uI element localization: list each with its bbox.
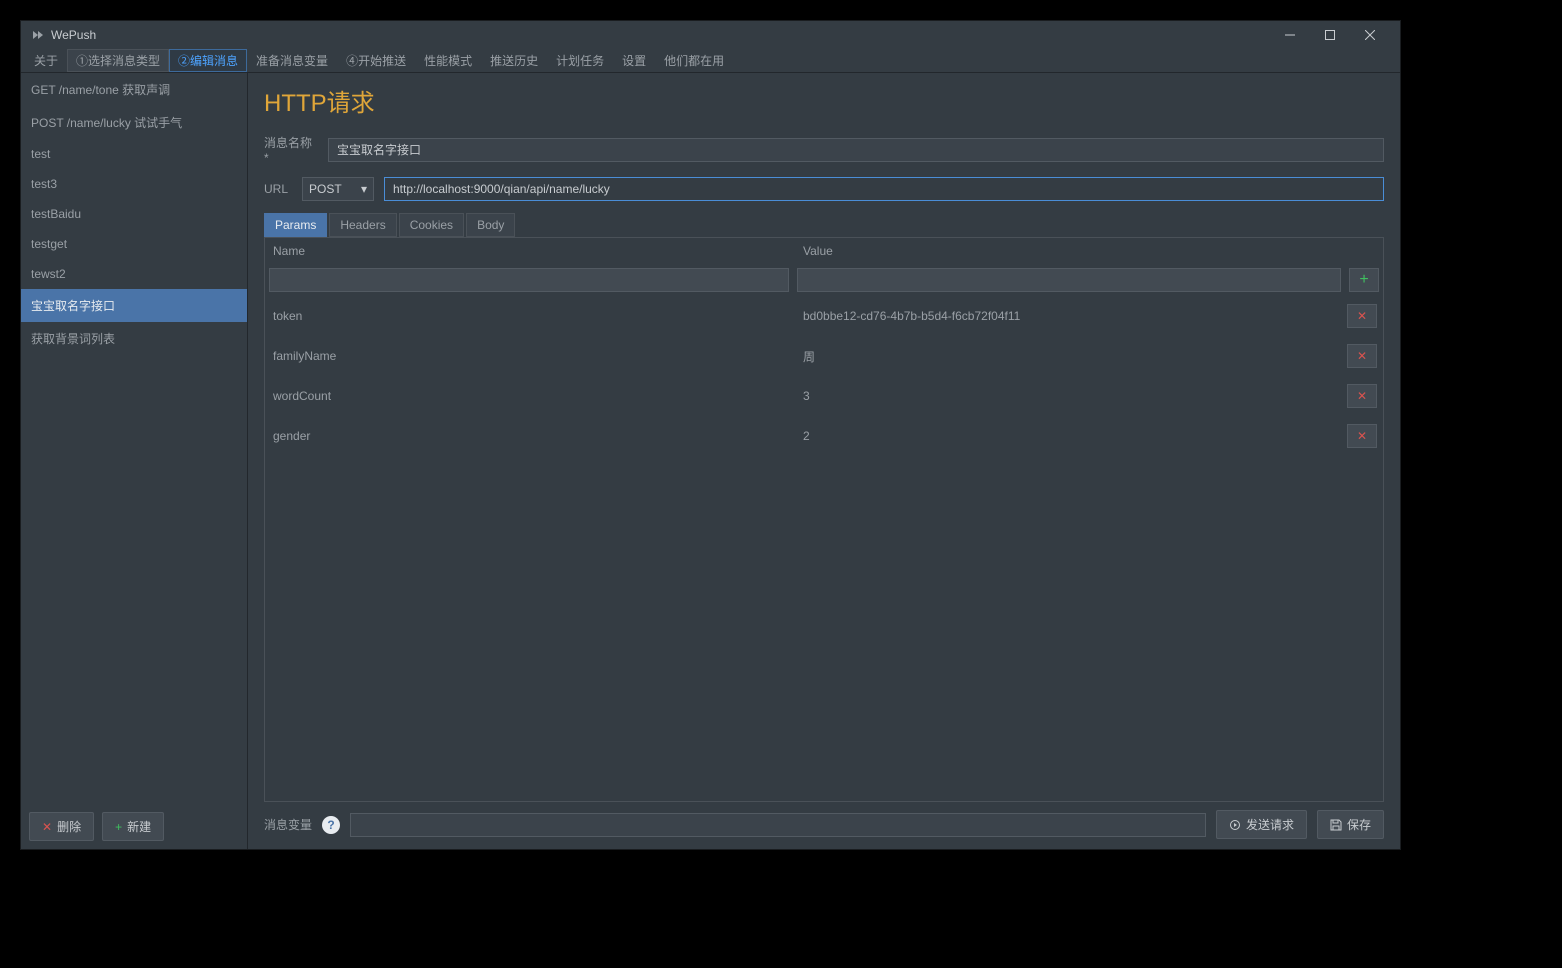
param-row: familyName周 ✕ xyxy=(265,336,1383,376)
param-name: wordCount xyxy=(269,389,799,403)
save-icon xyxy=(1330,819,1342,831)
col-value-header: Value xyxy=(799,244,1379,258)
param-name: gender xyxy=(269,429,799,443)
tab-params[interactable]: Params xyxy=(264,213,327,237)
menu-item-2[interactable]: ②编辑消息 xyxy=(169,49,247,72)
close-icon: ✕ xyxy=(1357,429,1367,443)
param-value: 3 xyxy=(799,389,1347,403)
sidebar-item-3[interactable]: test3 xyxy=(21,169,247,199)
plus-icon: + xyxy=(1359,271,1368,289)
url-input[interactable] xyxy=(384,177,1384,201)
param-value-input[interactable] xyxy=(797,268,1341,292)
send-request-button[interactable]: 发送请求 xyxy=(1216,810,1307,839)
menu-item-1[interactable]: ①选择消息类型 xyxy=(67,49,169,72)
method-select[interactable]: POST ▾ xyxy=(302,177,374,201)
minimize-button[interactable] xyxy=(1270,21,1310,49)
save-label: 保存 xyxy=(1347,816,1371,833)
msg-name-label: 消息名称 * xyxy=(264,134,318,165)
tab-body[interactable]: Body xyxy=(466,213,515,237)
sidebar-item-8[interactable]: 获取背景词列表 xyxy=(21,322,247,355)
param-row: tokenbd0bbe12-cd76-4b7b-b5d4-f6cb72f04f1… xyxy=(265,296,1383,336)
sidebar-item-4[interactable]: testBaidu xyxy=(21,199,247,229)
page-title: HTTP请求 xyxy=(264,83,1384,118)
menu-item-6[interactable]: 推送历史 xyxy=(481,49,547,72)
new-label: 新建 xyxy=(127,818,151,835)
send-icon xyxy=(1229,819,1241,831)
chevron-down-icon: ▾ xyxy=(361,182,367,196)
app-icon xyxy=(31,28,45,42)
sidebar-item-5[interactable]: testget xyxy=(21,229,247,259)
delete-button[interactable]: ✕ 删除 xyxy=(29,812,94,841)
close-icon: ✕ xyxy=(1357,389,1367,403)
menu-item-3[interactable]: 准备消息变量 xyxy=(247,49,337,72)
tab-cookies[interactable]: Cookies xyxy=(399,213,464,237)
menu-item-4[interactable]: ④开始推送 xyxy=(337,49,415,72)
param-row: wordCount3 ✕ xyxy=(265,376,1383,416)
new-button[interactable]: + 新建 xyxy=(102,812,164,841)
delete-param-button[interactable]: ✕ xyxy=(1347,344,1377,368)
msg-name-input[interactable] xyxy=(328,138,1384,162)
menu-item-5[interactable]: 性能模式 xyxy=(415,49,481,72)
param-name-input[interactable] xyxy=(269,268,789,292)
tab-headers[interactable]: Headers xyxy=(329,213,396,237)
param-value: 周 xyxy=(799,348,1347,365)
close-icon: ✕ xyxy=(1357,349,1367,363)
menu-item-7[interactable]: 计划任务 xyxy=(547,49,613,72)
msg-var-input[interactable] xyxy=(350,813,1206,837)
col-name-header: Name xyxy=(269,244,799,258)
param-value: 2 xyxy=(799,429,1347,443)
add-param-button[interactable]: + xyxy=(1349,268,1379,292)
save-button[interactable]: 保存 xyxy=(1317,810,1384,839)
menu-item-8[interactable]: 设置 xyxy=(613,49,655,72)
delete-param-button[interactable]: ✕ xyxy=(1347,424,1377,448)
param-name: token xyxy=(269,309,799,323)
url-label: URL xyxy=(264,182,292,196)
footer-label: 消息变量 xyxy=(264,816,312,833)
sidebar-item-7[interactable]: 宝宝取名字接口 xyxy=(21,289,247,322)
plus-icon: + xyxy=(115,820,122,834)
send-label: 发送请求 xyxy=(1246,816,1294,833)
menu-item-9[interactable]: 他们都在用 xyxy=(655,49,733,72)
close-icon: ✕ xyxy=(1357,309,1367,323)
method-value: POST xyxy=(309,182,342,196)
delete-param-button[interactable]: ✕ xyxy=(1347,384,1377,408)
help-icon[interactable]: ? xyxy=(322,816,340,834)
param-row: gender2 ✕ xyxy=(265,416,1383,456)
param-value: bd0bbe12-cd76-4b7b-b5d4-f6cb72f04f11 xyxy=(799,309,1347,323)
param-name: familyName xyxy=(269,349,799,363)
sidebar-item-1[interactable]: POST /name/lucky 试试手气 xyxy=(21,106,247,139)
delete-param-button[interactable]: ✕ xyxy=(1347,304,1377,328)
delete-label: 删除 xyxy=(57,818,81,835)
maximize-button[interactable] xyxy=(1310,21,1350,49)
close-button[interactable] xyxy=(1350,21,1390,49)
sidebar-item-6[interactable]: tewst2 xyxy=(21,259,247,289)
app-title: WePush xyxy=(51,28,96,42)
close-icon: ✕ xyxy=(42,820,52,834)
sidebar-item-2[interactable]: test xyxy=(21,139,247,169)
sidebar-item-0[interactable]: GET /name/tone 获取声调 xyxy=(21,73,247,106)
menu-item-0[interactable]: 关于 xyxy=(25,49,67,72)
